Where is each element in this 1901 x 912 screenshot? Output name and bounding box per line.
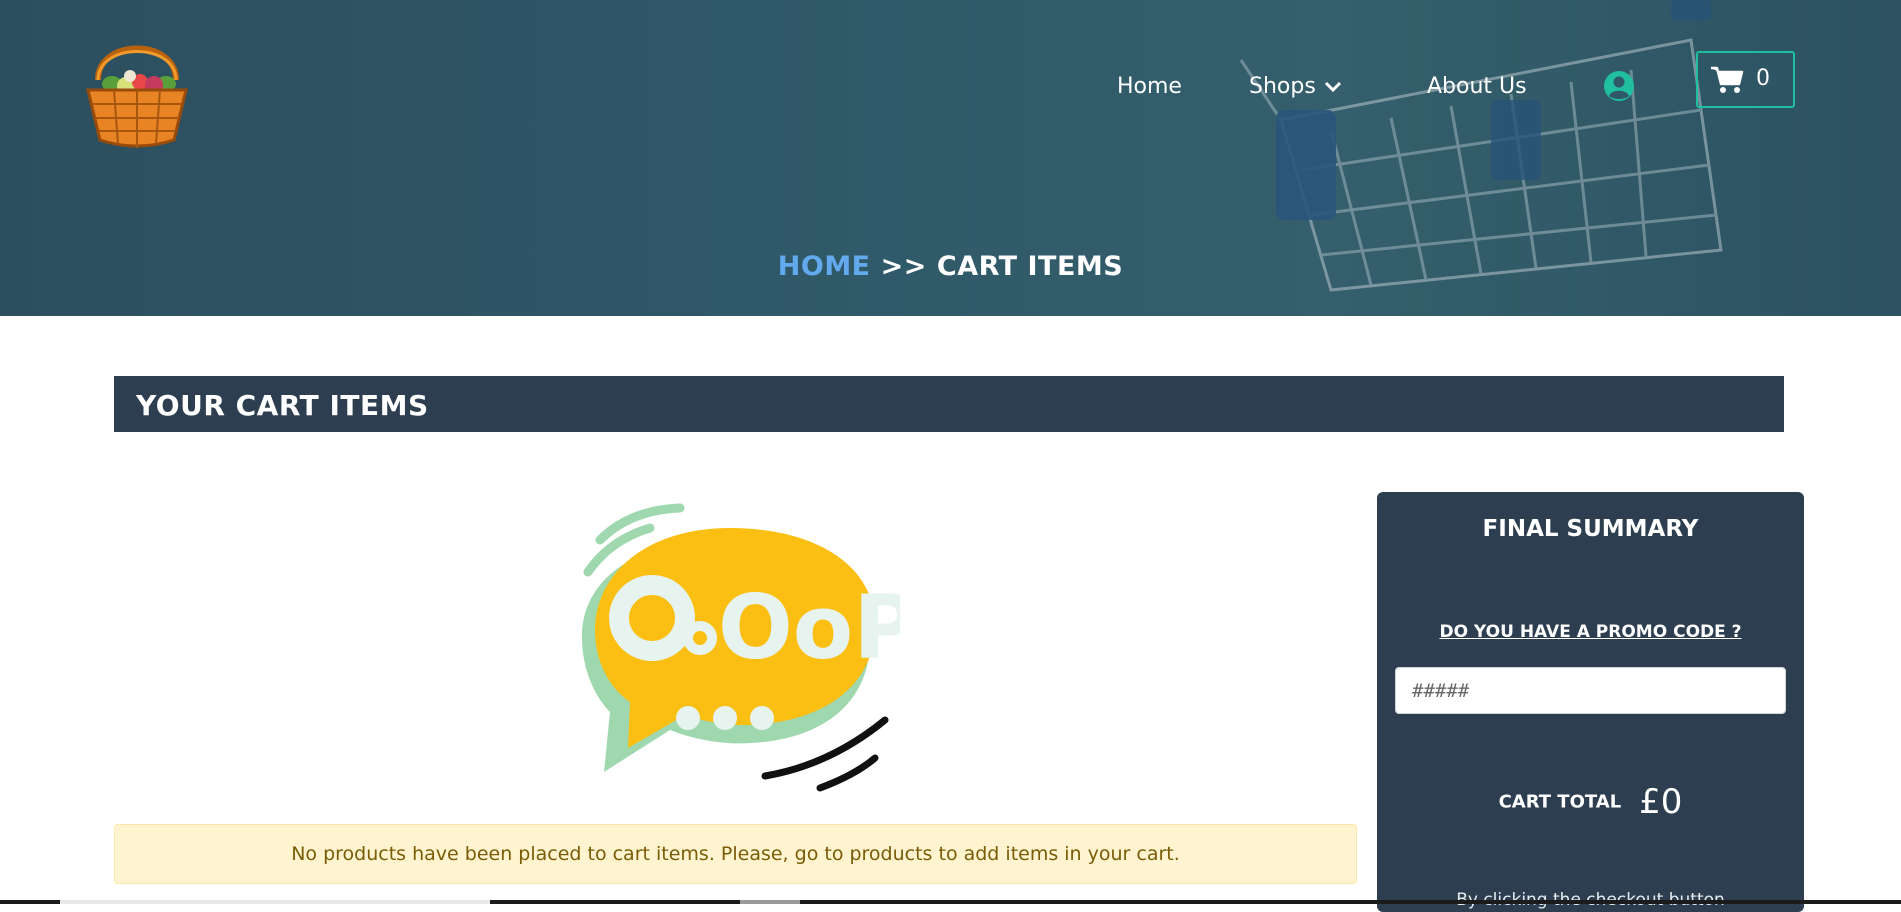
strip-segment <box>60 900 490 904</box>
user-account-icon[interactable] <box>1603 70 1635 102</box>
main-nav: Home Shops About Us <box>0 70 1901 106</box>
cart-count-badge: 0 <box>1756 66 1770 91</box>
shopping-cart-icon <box>1711 66 1744 93</box>
nav-shops-label: Shops <box>1249 74 1316 99</box>
bottom-edge-strip <box>0 900 1901 904</box>
nav-shops-dropdown[interactable]: Shops <box>1249 74 1342 99</box>
strip-segment <box>740 900 800 904</box>
breadcrumb-current: CART ITEMS <box>936 251 1124 282</box>
cart-total: CART TOTAL £0 <box>1377 782 1804 822</box>
breadcrumb-home-link[interactable]: HOME <box>778 251 871 282</box>
nav-home-link[interactable]: Home <box>1117 74 1182 99</box>
cart-total-value: £0 <box>1639 782 1683 822</box>
hero-banner: Home Shops About Us 0 HOME >> CART ITEMS <box>0 0 1901 316</box>
breadcrumb: HOME >> CART ITEMS <box>0 251 1901 282</box>
breadcrumb-separator: >> <box>880 251 927 282</box>
oops-text: OoPS <box>718 576 900 679</box>
summary-title: FINAL SUMMARY <box>1482 516 1699 542</box>
oops-empty-cart-illustration: OoPS <box>581 503 900 792</box>
final-summary-panel: FINAL SUMMARY DO YOU HAVE A PROMO CODE ?… <box>1377 492 1804 912</box>
empty-cart-alert: No products have been placed to cart ite… <box>114 824 1357 884</box>
chevron-down-icon <box>1324 81 1341 93</box>
promo-code-input[interactable] <box>1395 667 1786 714</box>
cart-items-header-bar: YOUR CART ITEMS <box>114 376 1784 432</box>
section-title: YOUR CART ITEMS <box>136 389 429 422</box>
nav-about-link[interactable]: About Us <box>1427 74 1527 99</box>
cart-button[interactable]: 0 <box>1696 51 1795 108</box>
promo-code-link[interactable]: DO YOU HAVE A PROMO CODE ? <box>1377 622 1804 642</box>
cart-total-label: CART TOTAL <box>1498 791 1622 813</box>
